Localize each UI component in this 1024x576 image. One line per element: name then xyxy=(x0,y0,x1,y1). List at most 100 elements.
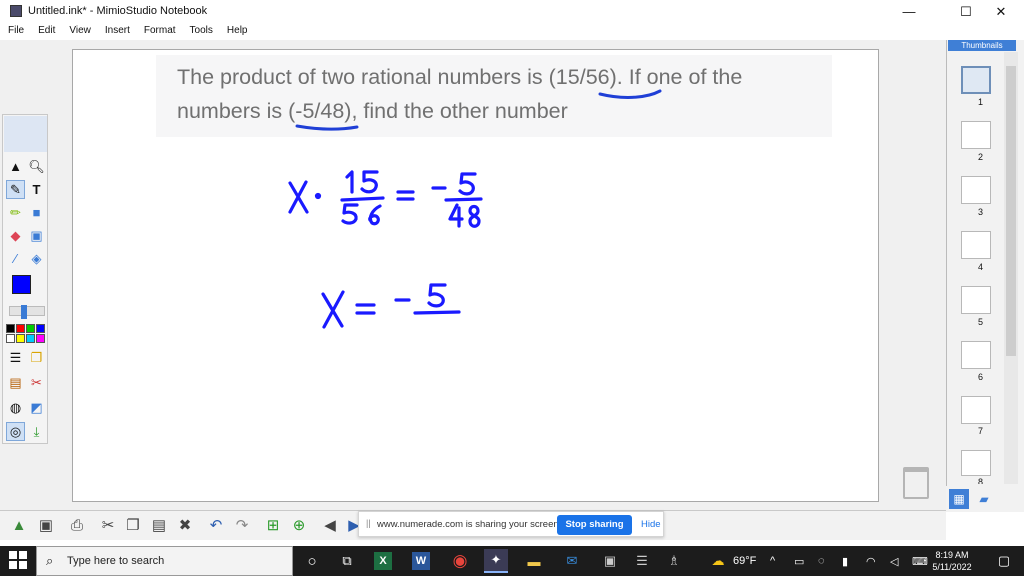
menu-insert[interactable]: Insert xyxy=(105,23,130,39)
thickness-slider[interactable] xyxy=(9,306,45,316)
cortana-icon[interactable]: ○ xyxy=(300,549,324,573)
palette-swatch[interactable] xyxy=(36,324,45,333)
mail-icon[interactable]: ✉ xyxy=(560,549,584,573)
title-bar: Untitled.ink* - MimioStudio Notebook — ☐… xyxy=(0,0,1024,23)
paste-icon[interactable]: ▤ xyxy=(148,514,170,536)
zoom-icon[interactable]: 🔍︎ xyxy=(27,157,46,176)
scrollbar-thumb[interactable] xyxy=(1006,66,1016,356)
trash-icon[interactable] xyxy=(903,467,929,499)
redo-icon[interactable]: ↷ xyxy=(231,514,253,536)
word-icon[interactable]: W xyxy=(412,552,430,570)
image-icon[interactable]: ▣ xyxy=(27,226,46,245)
folder-view-icon[interactable]: ▰ xyxy=(974,489,994,509)
new-icon[interactable]: ▲ xyxy=(8,514,30,536)
duplicate-page-icon[interactable]: ⊕ xyxy=(288,514,310,536)
recorder-icon[interactable]: ◎ xyxy=(6,422,25,441)
fill-icon[interactable]: ◈ xyxy=(27,249,46,268)
minimize-button[interactable]: — xyxy=(886,0,932,23)
menu-file[interactable]: File xyxy=(8,23,24,39)
pen-icon[interactable]: ✎ xyxy=(6,180,25,199)
drag-handle[interactable]: || xyxy=(366,518,371,528)
app-icon xyxy=(10,5,22,17)
thumbnail-page-6[interactable] xyxy=(961,341,991,369)
thumbnail-page-5[interactable] xyxy=(961,286,991,314)
keyboard-icon[interactable]: ⌨ xyxy=(912,555,928,568)
notifications-icon[interactable]: ▢ xyxy=(992,549,1016,573)
palette-swatch[interactable] xyxy=(36,334,45,343)
battery-icon[interactable]: ▮ xyxy=(842,555,848,568)
windows-start-icon[interactable] xyxy=(9,551,27,569)
task-view-icon[interactable]: ⧉ xyxy=(335,549,359,573)
eraser-icon[interactable]: ◆ xyxy=(6,226,25,245)
new-page-icon[interactable]: ⊞ xyxy=(262,514,284,536)
thumbnail-view-icon[interactable]: ▦ xyxy=(949,489,969,509)
weather-temp[interactable]: 69°F xyxy=(733,555,756,567)
thumbnail-page-2[interactable] xyxy=(961,121,991,149)
save-icon[interactable]: ▣ xyxy=(35,514,57,536)
hide-link[interactable]: Hide xyxy=(641,519,661,530)
palette-swatch[interactable] xyxy=(16,334,25,343)
clock-date: 5/11/2022 xyxy=(932,562,972,572)
app-icon-3[interactable]: ☰ xyxy=(630,549,654,573)
palette-swatch[interactable] xyxy=(6,334,15,343)
lines-icon[interactable]: ☰ xyxy=(6,348,25,367)
menu-format[interactable]: Format xyxy=(144,23,176,39)
menu-view[interactable]: View xyxy=(69,23,91,39)
print-icon[interactable]: ⎙ xyxy=(66,514,88,536)
question-line-1: The product of two rational numbers is (… xyxy=(177,65,743,89)
thumbnail-page-8[interactable] xyxy=(961,450,991,476)
thumbnail-page-4[interactable] xyxy=(961,231,991,259)
undo-icon[interactable]: ↶ xyxy=(205,514,227,536)
menu-edit[interactable]: Edit xyxy=(38,23,55,39)
highlighter-icon[interactable]: ✏ xyxy=(6,203,25,222)
thumbnail-number-6: 6 xyxy=(978,372,984,382)
thumbnails-header: Thumbnails xyxy=(948,40,1016,51)
palette-swatch[interactable] xyxy=(26,334,35,343)
palette-swatch[interactable] xyxy=(16,324,25,333)
taskbar-clock[interactable]: 8:19 AM 5/11/2022 xyxy=(930,549,974,573)
chrome-icon[interactable]: ◉ xyxy=(448,549,472,573)
app-icon-2[interactable]: ▣ xyxy=(598,549,622,573)
current-color-swatch[interactable] xyxy=(12,275,31,294)
thumbnail-page-3[interactable] xyxy=(961,176,991,204)
question-line-2: numbers is (-5/48), find the other numbe… xyxy=(177,99,568,123)
thumbnails-scrollbar[interactable] xyxy=(1004,52,1018,484)
text-tool-icon[interactable]: T xyxy=(27,180,46,199)
reveal-icon[interactable]: ◍ xyxy=(6,398,25,417)
menu-tools[interactable]: Tools xyxy=(190,23,213,39)
tools-icon[interactable]: ✂ xyxy=(27,373,46,392)
people-icon[interactable]: ♗ xyxy=(662,549,686,573)
question-box: The product of two rational numbers is (… xyxy=(156,55,832,137)
select-arrow-icon[interactable]: ▲ xyxy=(6,157,25,176)
thumbnail-page-7[interactable] xyxy=(961,396,991,424)
search-placeholder: Type here to search xyxy=(67,555,165,567)
palette-swatch[interactable] xyxy=(26,324,35,333)
file-explorer-icon[interactable]: ▬ xyxy=(522,549,546,573)
volume-icon[interactable]: ◁ xyxy=(890,555,898,568)
mimio-icon[interactable]: ✦ xyxy=(484,549,508,573)
shape-icon[interactable]: ■ xyxy=(27,203,46,222)
delete-icon[interactable]: ✖ xyxy=(174,514,196,536)
excel-icon[interactable]: X xyxy=(374,552,392,570)
dropper-icon[interactable]: ⁄ xyxy=(6,249,25,268)
cut-icon[interactable]: ✂ xyxy=(97,514,119,536)
close-button[interactable]: ✕ xyxy=(978,0,1024,23)
wifi-icon[interactable]: ◠ xyxy=(866,555,876,568)
meet-now-icon[interactable]: ▭ xyxy=(794,555,804,568)
location-icon[interactable]: ◌ xyxy=(818,555,825,567)
screen-share-banner: || www.numerade.com is sharing your scre… xyxy=(358,511,664,537)
stop-sharing-button[interactable]: Stop sharing xyxy=(557,515,632,535)
spotlight-icon[interactable]: ◩ xyxy=(27,398,46,417)
share-message: www.numerade.com is sharing your screen. xyxy=(377,519,562,530)
thickness-slider-handle[interactable] xyxy=(21,305,27,319)
menu-help[interactable]: Help xyxy=(227,23,248,39)
previous-page-icon[interactable]: ◀ xyxy=(319,514,341,536)
palette-swatch[interactable] xyxy=(6,324,15,333)
gallery-icon[interactable]: ▤ xyxy=(6,373,25,392)
tray-overflow-icon[interactable]: ^ xyxy=(770,555,775,567)
thumbnail-page-1[interactable] xyxy=(961,66,991,94)
copy-icon[interactable]: ❐ xyxy=(122,514,144,536)
export-icon[interactable]: ⤓ xyxy=(27,422,46,441)
layers-icon[interactable]: ❐ xyxy=(27,348,46,367)
taskbar-search[interactable]: ⌕ Type here to search xyxy=(36,546,293,576)
